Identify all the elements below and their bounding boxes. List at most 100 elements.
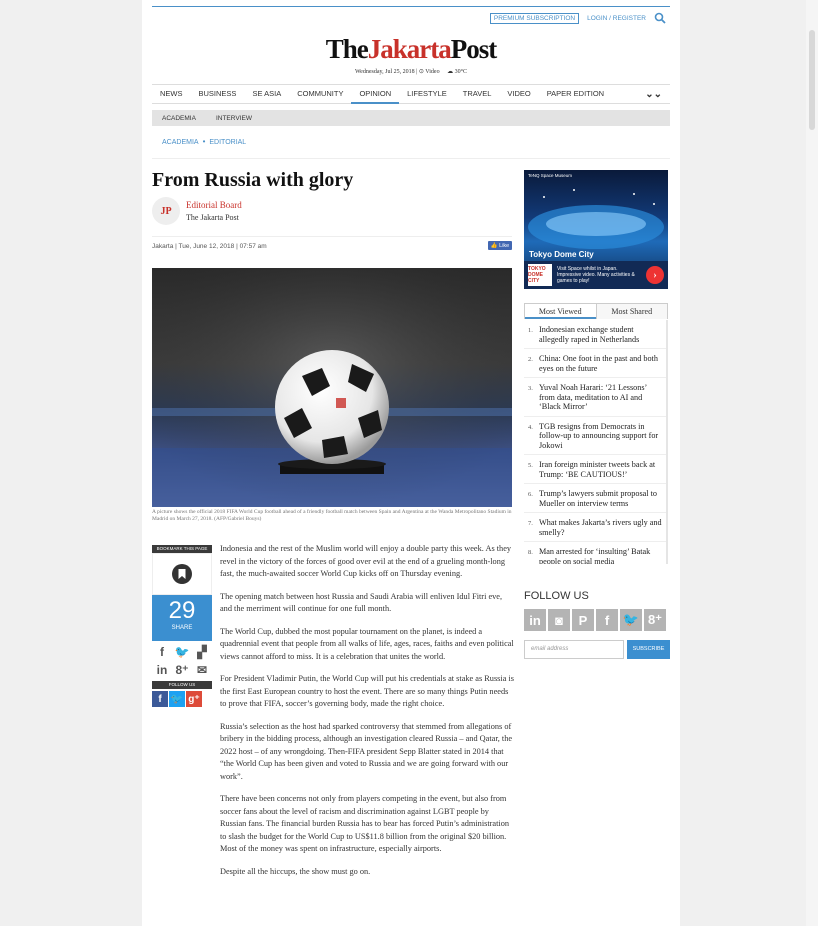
follow-icons: f 🐦 g⁺ — [152, 689, 212, 707]
google-plus-share-icon[interactable]: 8⁺ — [175, 663, 188, 677]
bookmark-button[interactable] — [152, 553, 212, 595]
scrollbar-thumb[interactable] — [809, 30, 815, 130]
list-item[interactable]: 6. Trump’s lawyers submit proposal to Mue… — [524, 484, 666, 513]
share-counter: 29 SHARE — [152, 595, 212, 641]
bookmark-label: BOOKMARK THIS PAGE — [152, 545, 212, 553]
subnav-interview[interactable]: INTERVIEW — [206, 115, 262, 122]
article-paragraph: Indonesia and the rest of the Muslim wor… — [220, 544, 512, 578]
list-item[interactable]: 3. Yuval Noah Harari: ‘21 Lessons’ from d… — [524, 378, 666, 417]
nav-lifestyle[interactable]: LIFESTYLE — [399, 84, 455, 104]
share-label: SHARE — [171, 625, 193, 631]
nav-se-asia[interactable]: SE ASIA — [244, 84, 289, 104]
article-paragraph: Russia’s selection as the host had spark… — [220, 721, 513, 781]
flipboard-share-icon[interactable]: ▞ — [197, 645, 206, 659]
facebook-follow-icon[interactable]: f — [152, 691, 168, 707]
nav-paper-edition[interactable]: PAPER EDITION — [539, 84, 612, 104]
list-item[interactable]: 7. What makes Jakarta’s rivers ugly and s… — [524, 513, 666, 542]
bookmark-icon — [172, 564, 192, 584]
article-paragraph: For President Vladimir Putin, the World … — [220, 674, 515, 708]
list-item[interactable]: 2. China: One foot in the past and both e… — [524, 349, 666, 378]
premium-subscription-link[interactable]: PREMIUM SUBSCRIPTION — [489, 12, 580, 24]
login-register-link[interactable]: LOGIN / REGISTER — [587, 15, 646, 22]
facebook-share-icon[interactable]: f — [160, 645, 164, 659]
subscribe-button[interactable]: SUBSCRIBE — [627, 640, 670, 659]
instagram-icon[interactable]: ◙ — [548, 609, 570, 631]
article-paragraph: The World Cup, dubbed the most popular t… — [220, 626, 514, 661]
breadcrumb-academia[interactable]: ACADEMIA — [162, 139, 199, 146]
article-title: From Russia with glory — [152, 169, 354, 191]
site-logo[interactable]: TheJakartaPost — [142, 34, 680, 65]
search-icon[interactable] — [654, 12, 666, 24]
nav-video[interactable]: VIDEO — [499, 84, 538, 104]
nav-business[interactable]: BUSINESS — [191, 84, 245, 104]
linkedin-icon[interactable]: in — [524, 609, 546, 631]
email-share-icon[interactable]: ✉ — [197, 663, 207, 677]
nav-opinion[interactable]: OPINION — [351, 84, 400, 104]
email-field[interactable]: email address — [524, 640, 624, 659]
nav-community[interactable]: COMMUNITY — [289, 84, 351, 104]
facebook-like-button[interactable]: 👍 Like — [488, 241, 512, 250]
scrollbar[interactable] — [806, 0, 818, 926]
twitter-icon[interactable]: 🐦 — [620, 609, 642, 631]
author-link[interactable]: Editorial Board — [186, 200, 242, 210]
video-icon[interactable]: ⊙ — [419, 69, 424, 75]
hero-image — [152, 268, 512, 507]
twitter-share-icon[interactable]: 🐦 — [175, 645, 190, 659]
follow-us-title: FOLLOW US — [524, 590, 589, 602]
main-nav: NEWS BUSINESS SE ASIA COMMUNITY OPINION … — [152, 84, 670, 104]
chevron-right-icon[interactable]: › — [646, 266, 664, 284]
dateline: Wednesday, Jul 25, 2018 | ⊙ Video ☁ 30°C — [355, 69, 467, 75]
google-plus-follow-icon[interactable]: g⁺ — [186, 691, 202, 707]
nav-news[interactable]: NEWS — [152, 84, 191, 104]
article-body: Indonesia and the rest of the Muslim wor… — [220, 543, 514, 888]
share-count: 29 — [168, 597, 196, 624]
follow-us-label: FOLLOW US — [152, 681, 212, 689]
most-viewed-list: 1. Indonesian exchange student allegedly … — [524, 320, 668, 564]
most-tabs: Most Viewed Most Shared — [524, 303, 668, 319]
subnav-academia[interactable]: ACADEMIA — [152, 115, 206, 122]
share-icons: f 🐦 ▞ in 8⁺ ✉ — [152, 641, 212, 677]
article-date: Jakarta | Tue, June 12, 2018 | 07:57 am — [152, 243, 267, 250]
divider — [152, 158, 670, 159]
chevron-down-icon[interactable]: ⌄⌄ — [645, 89, 670, 100]
advertisement[interactable]: TeNQ Space Museum Tokyo Dome City TOKYO … — [524, 170, 668, 289]
ad-header: TeNQ Space Museum — [528, 173, 573, 178]
pinterest-icon[interactable]: P — [572, 609, 594, 631]
list-item[interactable]: 4. TGB resigns from Democrats in follow-u… — [524, 417, 666, 455]
ad-text: Visit Space whilst in Japan. Impressive … — [557, 266, 635, 284]
list-item[interactable]: 5. Iran foreign minister tweets back at T… — [524, 455, 666, 484]
current-date: Wednesday, Jul 25, 2018 — [355, 69, 415, 75]
weather-icon: ☁ — [447, 69, 454, 75]
list-item[interactable]: 8. Man arrested for ‘insulting’ Batak peo… — [524, 542, 666, 564]
list-item[interactable]: 1. Indonesian exchange student allegedly … — [524, 320, 666, 349]
tab-most-viewed[interactable]: Most Viewed — [525, 304, 596, 319]
football-photo — [152, 268, 512, 507]
breadcrumb: ACADEMIA • EDITORIAL — [162, 137, 246, 146]
article-paragraph: There have been concerns not only from p… — [220, 794, 510, 853]
breadcrumb-separator: • — [202, 137, 206, 146]
facebook-icon[interactable]: f — [596, 609, 618, 631]
byline: JP Editorial Board The Jakarta Post — [152, 197, 242, 225]
google-plus-icon[interactable]: 8⁺ — [644, 609, 666, 631]
twitter-follow-icon[interactable]: 🐦 — [169, 691, 185, 707]
video-link[interactable]: Video — [425, 69, 439, 75]
ad-footer: TOKYO DOME CITY Visit Space whilst in Ja… — [524, 261, 668, 289]
top-bar: PREMIUM SUBSCRIPTION LOGIN / REGISTER — [489, 12, 666, 24]
avatar[interactable]: JP — [152, 197, 180, 225]
divider — [152, 236, 512, 237]
page: PREMIUM SUBSCRIPTION LOGIN / REGISTER Th… — [142, 0, 680, 926]
thumbs-up-icon: 👍 — [490, 242, 498, 249]
nav-travel[interactable]: TRAVEL — [455, 84, 500, 104]
tab-most-shared[interactable]: Most Shared — [595, 304, 667, 319]
ad-title: Tokyo Dome City — [529, 250, 594, 259]
ad-planetarium-image — [528, 189, 664, 249]
top-rule — [152, 6, 670, 7]
social-follow-row: in ◙ P f 🐦 8⁺ — [524, 609, 666, 631]
ad-logo: TOKYO DOME CITY — [528, 264, 552, 286]
sub-nav: ACADEMIA INTERVIEW — [152, 110, 670, 126]
share-box: BOOKMARK THIS PAGE 29 SHARE f 🐦 ▞ in 8⁺ … — [152, 545, 212, 707]
breadcrumb-editorial[interactable]: EDITORIAL — [209, 139, 246, 146]
article-paragraph: Despite all the hiccups, the show must g… — [220, 866, 371, 876]
publication-name: The Jakarta Post — [186, 213, 239, 222]
linkedin-share-icon[interactable]: in — [157, 663, 168, 677]
